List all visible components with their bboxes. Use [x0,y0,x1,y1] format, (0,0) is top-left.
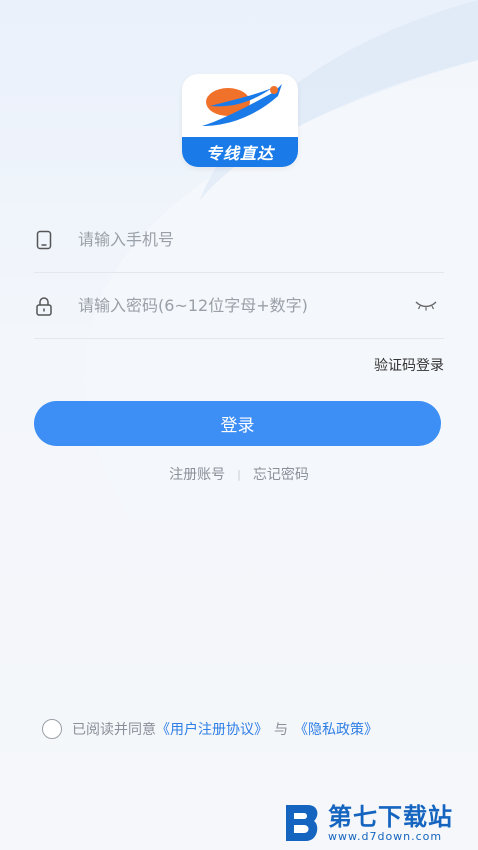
agreement-joiner: 与 [274,722,288,738]
lock-icon [34,296,54,316]
links-separator: | [237,467,241,481]
phone-icon [34,230,54,250]
site-watermark: 第七下载站 www.d7down.com [282,800,453,846]
user-agreement-link[interactable]: 《用户注册协议》 [156,719,268,739]
phone-field-row [34,207,444,273]
privacy-policy-link[interactable]: 《隐私政策》 [294,719,378,739]
phone-input[interactable] [78,230,398,249]
login-button[interactable]: 登录 [34,401,441,446]
watermark-title: 第七下载站 [328,802,453,831]
password-field-row [34,273,444,339]
account-links: 注册账号 | 忘记密码 [0,464,478,484]
logo-text: 专线直达 [182,137,298,167]
forgot-password-link[interactable]: 忘记密码 [253,464,309,484]
agreement-row: 已阅读并同意 《用户注册协议》 与 《隐私政策》 [42,719,378,739]
watermark-url: www.d7down.com [328,829,443,843]
sms-login-link[interactable]: 验证码登录 [374,355,444,375]
eye-closed-icon[interactable] [414,297,438,313]
password-input[interactable] [78,296,398,315]
register-link[interactable]: 注册账号 [169,464,225,484]
app-logo: 专线直达 [182,74,298,167]
agree-checkbox[interactable] [42,719,62,739]
rocket-logo-icon [202,84,282,126]
agreement-prefix: 已阅读并同意 [72,722,156,738]
watermark-logo-icon [286,805,318,841]
